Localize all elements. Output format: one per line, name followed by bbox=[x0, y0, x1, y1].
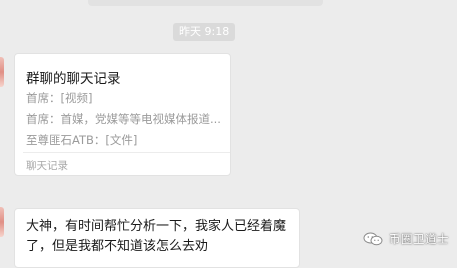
chat-record-divider bbox=[23, 152, 230, 153]
timestamp-divider: 昨天 9:18 bbox=[173, 23, 236, 41]
watermark-text: 币圈卫道士 bbox=[389, 232, 449, 246]
previous-message-edge bbox=[88, 0, 323, 6]
chat-record-title: 群聊的聊天记录 bbox=[26, 71, 121, 87]
watermark: 币圈卫道士 bbox=[363, 230, 449, 248]
chat-record-footer: 聊天记录 bbox=[26, 160, 68, 172]
message-text: 大神，有时间帮忙分析一下，我家人已经着魔了，但是我都不知道该怎么去劝 bbox=[26, 219, 287, 254]
chat-record-line: 首席：[视频] bbox=[26, 91, 93, 105]
chat-record-line: 首席：首媒，党媒等等电视媒体报道... bbox=[26, 112, 221, 126]
wechat-icon bbox=[363, 232, 383, 246]
chat-record-card[interactable]: 群聊的聊天记录 首席：[视频] 首席：首媒，党媒等等电视媒体报道... 至尊匪石… bbox=[14, 53, 231, 176]
chat-record-line: 至尊匪石ATB：[文件] bbox=[26, 133, 138, 147]
message-bubble[interactable]: 大神，有时间帮忙分析一下，我家人已经着魔了，但是我都不知道该怎么去劝 bbox=[14, 208, 300, 268]
sender-avatar[interactable] bbox=[0, 207, 4, 237]
sender-avatar[interactable] bbox=[0, 57, 4, 87]
